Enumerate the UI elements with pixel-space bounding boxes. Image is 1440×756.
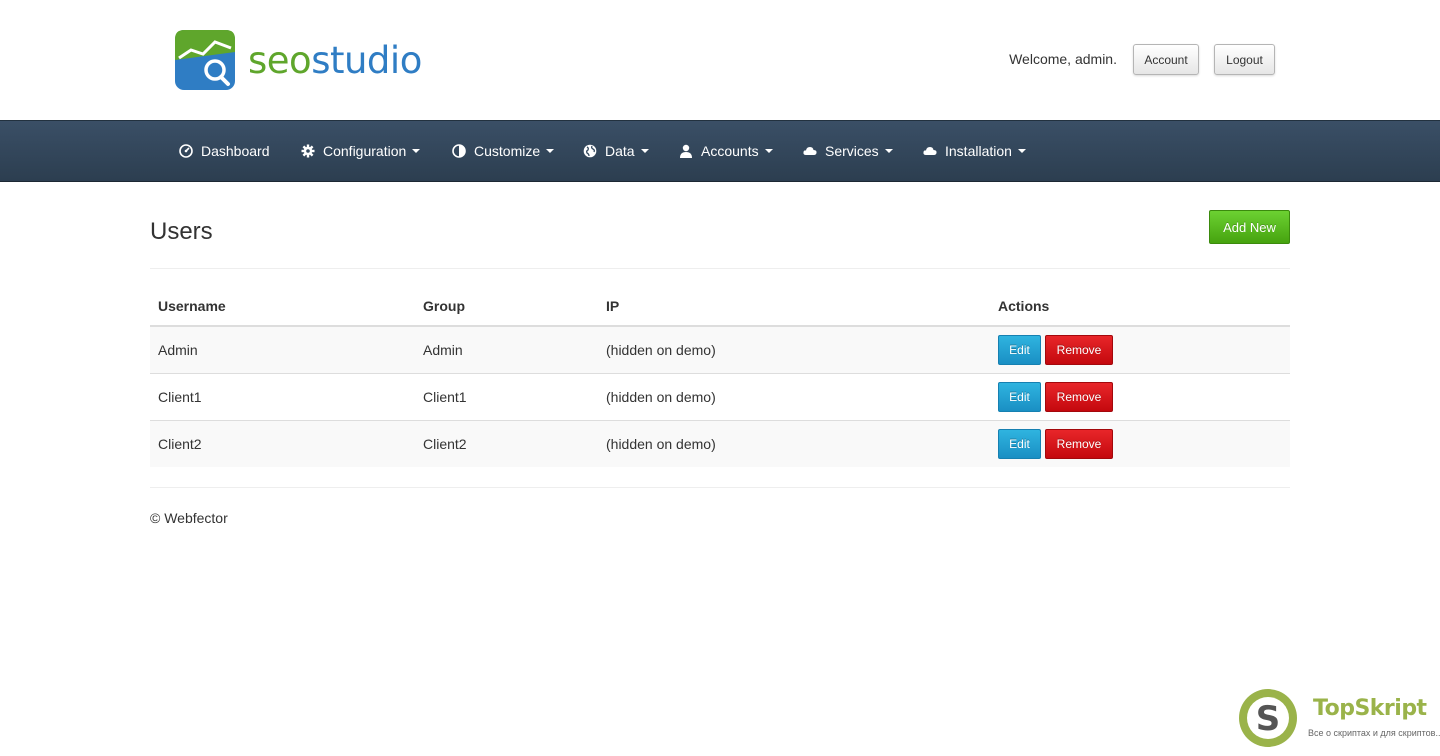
watermark-tagline: Все о скриптах и для скриптов... — [1308, 728, 1440, 738]
cell-group: Client2 — [415, 420, 598, 467]
nav-item-data[interactable]: Data — [583, 121, 649, 181]
nav-label-dashboard: Dashboard — [201, 143, 270, 159]
column-header-ip: IP — [598, 287, 990, 327]
nav-label-services: Services — [825, 143, 879, 159]
nav-item-configuration[interactable]: Configuration — [301, 121, 421, 181]
nav-item-dashboard[interactable]: Dashboard — [179, 121, 270, 181]
nav-label-accounts: Accounts — [701, 143, 759, 159]
remove-button[interactable]: Remove — [1045, 335, 1113, 365]
nav-label-customize: Customize — [474, 143, 541, 159]
logo-icon — [175, 30, 235, 90]
table-row: Client2 Client2 (hidden on demo) Edit Rem… — [150, 420, 1290, 467]
cell-group: Admin — [415, 326, 598, 374]
watermark: S TopSkript Все о скриптах и для скрипто… — [1238, 688, 1440, 750]
watermark-name: TopSkript — [1313, 696, 1427, 721]
nav-item-accounts[interactable]: Accounts — [679, 121, 773, 181]
column-header-group: Group — [415, 287, 598, 327]
dashboard-icon — [179, 144, 193, 158]
chevron-down-icon — [640, 149, 649, 153]
chevron-down-icon — [764, 149, 773, 153]
cell-actions: Edit Remove — [990, 420, 1290, 467]
contrast-icon — [452, 144, 466, 158]
welcome-text: Welcome, admin. — [1009, 51, 1117, 67]
nav-item-customize[interactable]: Customize — [452, 121, 555, 181]
table-row: Admin Admin (hidden on demo) Edit Remove — [150, 326, 1290, 374]
cell-username: Client2 — [150, 420, 415, 467]
divider — [150, 268, 1290, 269]
main-navbar: Dashboard Configuration Customize Data A… — [0, 120, 1440, 182]
chevron-down-icon — [546, 149, 555, 153]
chevron-down-icon — [412, 149, 421, 153]
topskript-logo-icon: S — [1239, 689, 1297, 747]
nav-label-installation: Installation — [945, 143, 1012, 159]
users-table: Username Group IP Actions Admin Admin (h… — [150, 287, 1290, 467]
edit-button[interactable]: Edit — [998, 429, 1041, 459]
cell-ip: (hidden on demo) — [598, 420, 990, 467]
add-new-button[interactable]: Add New — [1209, 210, 1290, 244]
chevron-down-icon — [884, 149, 893, 153]
cell-ip: (hidden on demo) — [598, 373, 990, 421]
remove-button[interactable]: Remove — [1045, 429, 1113, 459]
chevron-down-icon — [1017, 149, 1026, 153]
cloud-icon — [923, 147, 937, 155]
globe-icon — [583, 144, 597, 158]
remove-button[interactable]: Remove — [1045, 382, 1113, 412]
account-button[interactable]: Account — [1133, 44, 1199, 75]
cloud-icon — [803, 147, 817, 155]
cell-username: Admin — [150, 326, 415, 374]
cell-group: Client1 — [415, 373, 598, 421]
logout-button[interactable]: Logout — [1214, 44, 1275, 75]
table-header-row: Username Group IP Actions — [150, 287, 1290, 327]
cell-username: Client1 — [150, 373, 415, 421]
header: seostudio Welcome, admin. Account Logout — [0, 0, 1440, 120]
cell-actions: Edit Remove — [990, 326, 1290, 374]
logo-wordmark: seostudio — [248, 42, 422, 79]
nav-item-services[interactable]: Services — [803, 121, 893, 181]
logo[interactable]: seostudio — [175, 30, 422, 90]
edit-button[interactable]: Edit — [998, 335, 1041, 365]
page-title: Users — [150, 218, 213, 245]
table-row: Client1 Client1 (hidden on demo) Edit Rem… — [150, 373, 1290, 421]
logo-text-seo: seo — [248, 38, 312, 82]
footer-copyright: © Webfector — [150, 510, 228, 526]
nav-label-data: Data — [605, 143, 635, 159]
cell-actions: Edit Remove — [990, 373, 1290, 421]
gear-icon — [301, 144, 315, 158]
logo-text-studio: studio — [311, 38, 422, 82]
column-header-username: Username — [150, 287, 415, 327]
column-header-actions: Actions — [990, 287, 1290, 327]
user-icon — [680, 144, 692, 158]
cell-ip: (hidden on demo) — [598, 326, 990, 374]
nav-item-installation[interactable]: Installation — [923, 121, 1026, 181]
svg-text:S: S — [1256, 699, 1281, 739]
divider — [150, 487, 1290, 488]
edit-button[interactable]: Edit — [998, 382, 1041, 412]
nav-label-configuration: Configuration — [323, 143, 407, 159]
